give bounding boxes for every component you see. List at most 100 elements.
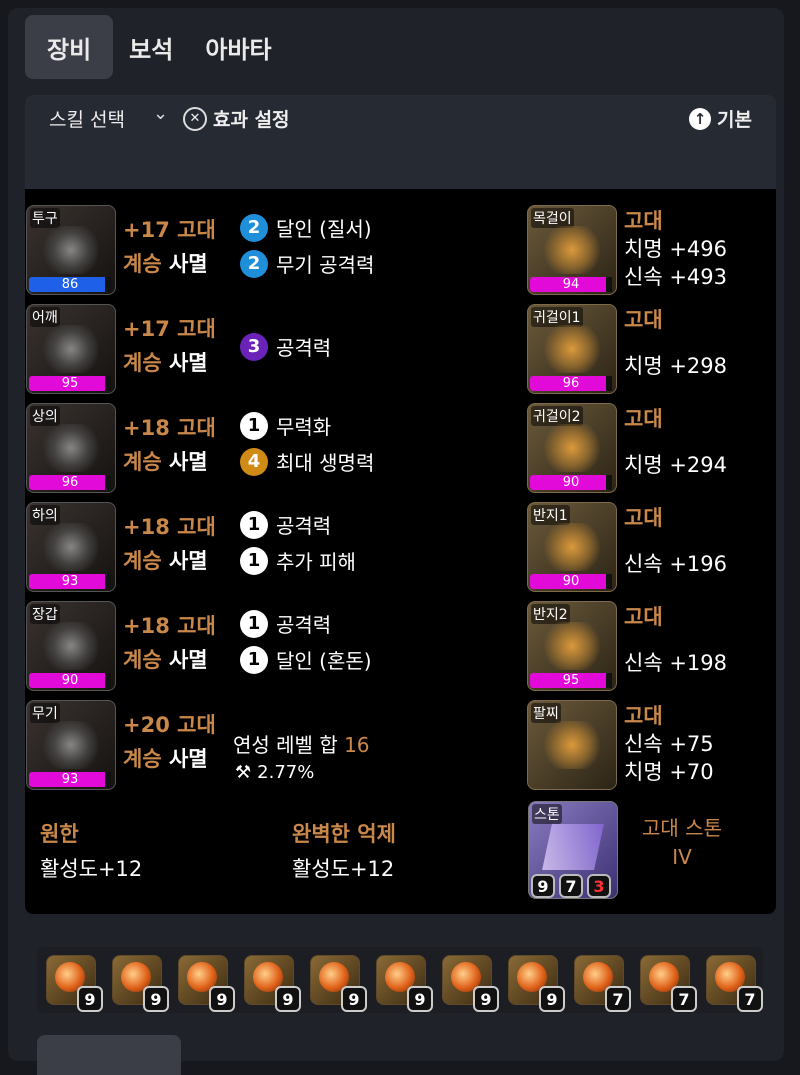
engraving-level-badge: 1: [240, 645, 268, 674]
accessory-slot[interactable]: 팔찌: [527, 700, 617, 790]
engraving-row: 4 최대 생명력: [240, 447, 374, 476]
tab-bar: 장비 보석 아바타: [25, 15, 288, 79]
quality-bar: 96: [530, 376, 612, 391]
accessory-stat: 신속 +198: [624, 651, 727, 675]
inherit-value: 사멸: [168, 252, 208, 276]
slot-label: 반지1: [531, 505, 570, 525]
accessory-grade: 고대: [624, 605, 663, 629]
gem-slot[interactable]: 7: [640, 955, 697, 1012]
gem-slot[interactable]: 9: [112, 955, 169, 1012]
effect-settings-label: 효과 설정: [213, 109, 290, 131]
stone-num-2: 7: [559, 874, 583, 898]
equipment-slot[interactable]: 상의 96: [26, 403, 116, 493]
gem-slot[interactable]: 9: [442, 955, 499, 1012]
accessory-stat: 신속 +75: [624, 732, 714, 756]
slot-label: 반지2: [531, 604, 570, 624]
stone-slot-label: 스톤: [532, 804, 562, 824]
accessory-slot[interactable]: 반지2 95: [527, 601, 617, 691]
elixir-name-2: 완벽한 억제: [292, 822, 396, 846]
gem-level: 7: [671, 986, 697, 1012]
slot-label: 장갑: [30, 604, 60, 624]
gem-level: 9: [341, 986, 367, 1012]
quality-bar: 93: [29, 772, 111, 787]
accessory-grade: 고대: [624, 704, 663, 728]
accessory-grade: 고대: [624, 407, 663, 431]
engraving-row: 1 추가 피해: [240, 546, 356, 575]
tab-avatar[interactable]: 아바타: [189, 15, 287, 79]
elixir-value-1: 활성도+12: [40, 857, 143, 881]
inherit-value: 사멸: [168, 648, 208, 672]
engraving-level-badge: 4: [240, 447, 268, 476]
engraving-name: 무력화: [276, 415, 332, 439]
gem-slot[interactable]: 9: [46, 955, 103, 1012]
engraving-row: 2 달인 (질서): [240, 213, 372, 242]
gem-list: 9 9 9 9 9 9 9 9 7 7 7: [37, 947, 763, 1013]
equipment-slot[interactable]: 하의 93: [26, 502, 116, 592]
accessory-slot[interactable]: 목걸이 94: [527, 205, 617, 295]
quality-bar: 86: [29, 277, 111, 292]
equipment-image: [41, 226, 101, 274]
transcend-percent: ⚒ 2.77%: [235, 762, 314, 783]
wrench-icon: ⚒: [235, 762, 252, 783]
accessory-image: [542, 325, 602, 373]
equipment-slot[interactable]: 장갑 90: [26, 601, 116, 691]
stone-num-3: 3: [587, 874, 611, 898]
tab-gems[interactable]: 보석: [113, 15, 189, 79]
accessory-slot[interactable]: 귀걸이1 96: [527, 304, 617, 394]
equipment-image: [41, 523, 101, 571]
engraving-level-badge: 2: [240, 249, 268, 278]
equipment-inherit: 계승 사멸: [123, 347, 208, 377]
quality-bar: 96: [29, 475, 111, 490]
accessory-stat: 신속 +493: [624, 265, 727, 289]
gem-slot[interactable]: 7: [706, 955, 763, 1012]
basic-button[interactable]: ↑ 기본: [689, 105, 752, 132]
slot-label: 귀걸이1: [531, 307, 583, 327]
gem-slot[interactable]: 9: [178, 955, 235, 1012]
engraving-name: 달인 (질서): [276, 217, 372, 241]
ability-stone-slot[interactable]: 스톤 9 7 3: [528, 801, 618, 899]
engraving-name: 공격력: [276, 514, 332, 538]
gem-slot[interactable]: 9: [244, 955, 301, 1012]
equipment-inherit: 계승 사멸: [123, 248, 208, 278]
accessory-stat: 치명 +496: [624, 237, 727, 261]
gem-slot[interactable]: 9: [376, 955, 433, 1012]
accessory-slot[interactable]: 귀걸이2 90: [527, 403, 617, 493]
chevron-down-icon[interactable]: ⌄: [153, 103, 168, 124]
stone-name: 고대 스톤 IV: [630, 814, 734, 872]
engraving-name: 공격력: [276, 336, 332, 360]
tab-equipment[interactable]: 장비: [25, 15, 114, 79]
gem-slot[interactable]: 7: [574, 955, 631, 1012]
accessory-stat: 치명 +70: [624, 760, 714, 784]
gem-level: 7: [737, 986, 763, 1012]
engraving-name: 공격력: [276, 613, 332, 637]
gem-slot[interactable]: 9: [508, 955, 565, 1012]
accessory-image: [542, 721, 602, 769]
elixir-value-2: 활성도+12: [292, 857, 395, 881]
gem-level: 9: [209, 986, 235, 1012]
stone-crystal-image: [542, 824, 604, 870]
slot-label: 하의: [30, 505, 60, 525]
inherit-key: 계승: [123, 648, 162, 672]
equipment-grade: +17 고대: [123, 317, 216, 341]
engraving-name: 무기 공격력: [276, 253, 375, 277]
stone-name-line1: 고대 스톤: [642, 816, 722, 840]
engraving-row: 2 무기 공격력: [240, 249, 374, 278]
slot-label: 귀걸이2: [531, 406, 583, 426]
gem-level: 9: [275, 986, 301, 1012]
engraving-row: 1 무력화: [240, 411, 331, 440]
equipment-inherit: 계승 사멸: [123, 743, 208, 773]
effect-settings-button[interactable]: ✕ 효과 설정: [183, 105, 290, 132]
bottom-tab[interactable]: [37, 1035, 181, 1075]
engraving-level-badge: 1: [240, 546, 268, 575]
equipment-slot[interactable]: 무기 93: [26, 700, 116, 790]
slot-label: 무기: [30, 703, 60, 723]
equipment-slot[interactable]: 투구 86: [26, 205, 116, 295]
accessory-image: [542, 622, 602, 670]
skill-select-dropdown[interactable]: 스킬 선택: [49, 105, 125, 132]
quality-bar: 90: [530, 475, 612, 490]
quality-bar: 90: [530, 574, 612, 589]
gem-slot[interactable]: 9: [310, 955, 367, 1012]
accessory-image: [542, 523, 602, 571]
equipment-slot[interactable]: 어깨 95: [26, 304, 116, 394]
accessory-slot[interactable]: 반지1 90: [527, 502, 617, 592]
